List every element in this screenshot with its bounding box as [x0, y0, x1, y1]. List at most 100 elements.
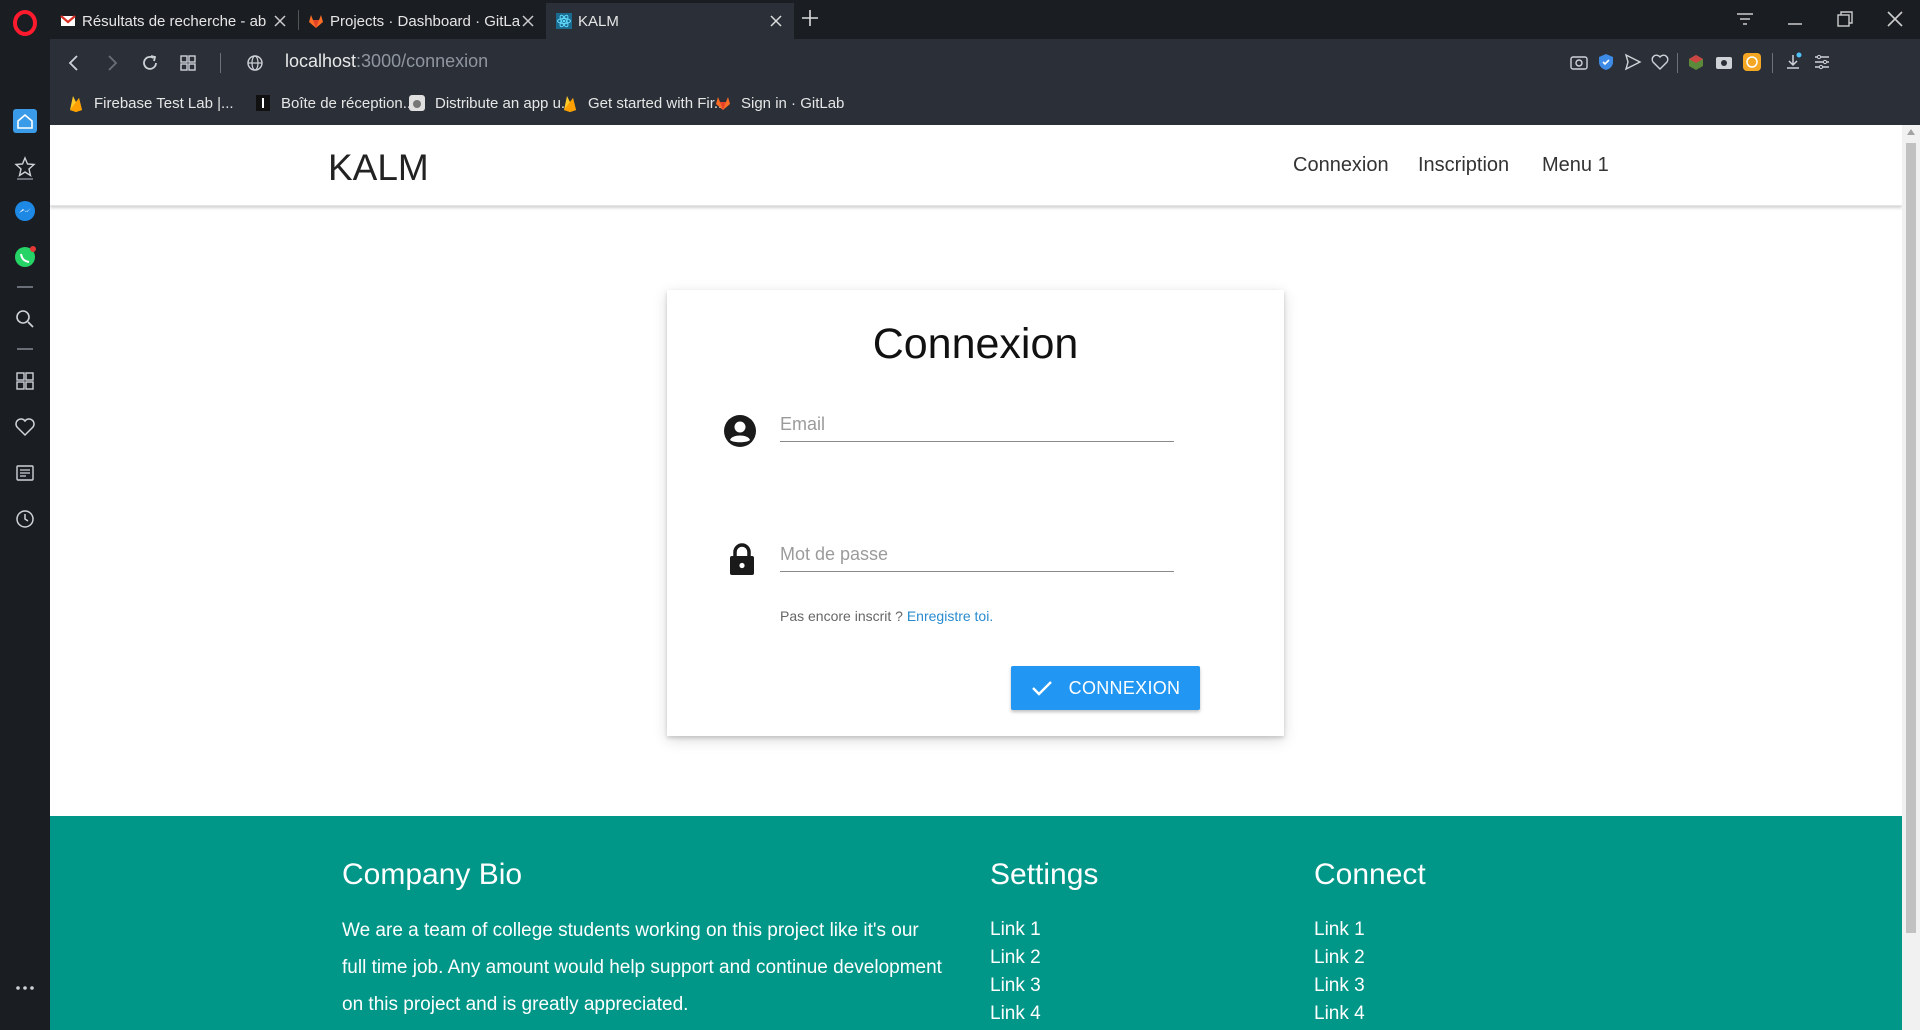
page-scrollbar[interactable]	[1902, 125, 1920, 1030]
login-title: Connexion	[872, 320, 1079, 368]
bookmark-distribute-app[interactable]: Distribute an app u...	[409, 94, 573, 112]
download-icon[interactable]	[1783, 52, 1803, 72]
footer-connect-link[interactable]: Link 3	[1314, 972, 1365, 1000]
bookmark-label: Sign in · GitLab	[741, 94, 845, 112]
whatsapp-extension-icon[interactable]	[1742, 52, 1762, 72]
tab-gitlab[interactable]: Projects · Dashboard · GitLa	[298, 3, 546, 39]
history-clock-icon[interactable]	[13, 507, 37, 531]
nav-link-menu-1[interactable]: Menu 1	[1542, 154, 1609, 177]
news-icon[interactable]	[13, 461, 37, 485]
password-input[interactable]	[780, 528, 1174, 571]
close-tab-icon[interactable]	[520, 13, 536, 29]
url-path: :3000/connexion	[356, 51, 489, 71]
gmail-icon	[60, 15, 76, 26]
home-icon[interactable]	[13, 109, 37, 133]
reload-icon[interactable]	[140, 53, 160, 73]
react-icon	[556, 13, 572, 29]
bookmark-firebase-get-started[interactable]: Get started with Fir...	[562, 94, 726, 112]
opera-logo-icon[interactable]	[12, 10, 38, 36]
easy-setup-icon[interactable]	[1812, 52, 1832, 72]
gitlab-icon	[716, 97, 730, 110]
footer-bio-title: Company Bio	[342, 858, 523, 891]
snapshot-icon[interactable]	[1569, 52, 1589, 72]
globe-icon[interactable]	[245, 53, 265, 73]
footer-connect-link[interactable]: Link 2	[1314, 944, 1365, 972]
speed-dial-icon[interactable]	[13, 369, 37, 393]
nav-link-connexion[interactable]: Connexion	[1293, 154, 1389, 177]
bookmark-firebase-test-lab[interactable]: Firebase Test Lab |...	[68, 94, 234, 112]
footer-connect-link[interactable]: Link 4	[1314, 1000, 1365, 1028]
password-field[interactable]	[780, 528, 1174, 572]
browser-sidebar	[0, 39, 50, 1030]
checkmark-icon	[1031, 681, 1052, 696]
back-icon[interactable]	[64, 53, 84, 73]
tab-kalm[interactable]: KALM	[546, 3, 794, 39]
sidebar-separator	[17, 178, 33, 180]
register-prompt-text: Pas encore inscrit ?	[780, 608, 907, 624]
email-input[interactable]	[780, 398, 1174, 441]
scrollbar-thumb[interactable]	[1906, 143, 1916, 933]
address-bar: localhost:3000/connexion	[50, 39, 1920, 86]
minimize-icon[interactable]	[1784, 8, 1806, 30]
footer-settings-link[interactable]: Link 2	[990, 944, 1041, 972]
footer-bio-text: We are a team of college students workin…	[342, 920, 942, 1015]
bookmark-gitlab-sign-in[interactable]: Sign in · GitLab	[715, 94, 844, 112]
tab-title: Projects · Dashboard · GitLa	[330, 12, 520, 30]
messenger-icon[interactable]	[13, 199, 37, 223]
speed-dial-icon[interactable]	[178, 53, 198, 73]
address-separator	[220, 53, 221, 73]
url-field[interactable]: localhost:3000/connexion	[285, 51, 488, 72]
camera-icon[interactable]	[1714, 52, 1734, 72]
site-navbar: KALM Connexion Inscription Menu 1	[50, 125, 1902, 206]
inbox-icon	[256, 95, 270, 111]
tab-menu-icon[interactable]	[1734, 8, 1756, 30]
web-page: KALM Connexion Inscription Menu 1 Connex…	[50, 125, 1902, 1030]
close-tab-icon[interactable]	[272, 13, 288, 29]
bookmarks-bar: Firebase Test Lab |... Boîte de réceptio…	[50, 86, 1920, 125]
tab-title: Résultats de recherche - ab	[82, 12, 267, 30]
tab-gmail[interactable]: Résultats de recherche - ab	[50, 3, 298, 39]
connexion-button[interactable]: CONNEXION	[1011, 666, 1200, 710]
browser-tab-bar: Résultats de recherche - ab Projects · D…	[0, 0, 1920, 39]
footer-connect-link[interactable]: Link 1	[1314, 916, 1365, 944]
search-icon[interactable]	[13, 307, 37, 331]
footer-connect-links: Link 1 Link 2 Link 3 Link 4	[1314, 916, 1365, 1028]
close-window-icon[interactable]	[1884, 8, 1906, 30]
whatsapp-icon[interactable]	[13, 245, 37, 269]
vpn-shield-icon[interactable]	[1596, 52, 1616, 72]
site-brand[interactable]: KALM	[328, 147, 429, 189]
close-tab-icon[interactable]	[768, 13, 784, 29]
footer-connect-title: Connect	[1314, 858, 1426, 891]
send-icon[interactable]	[1623, 52, 1643, 72]
footer-settings-link[interactable]: Link 1	[990, 916, 1041, 944]
site-footer: Company Bio We are a team of college stu…	[50, 816, 1902, 1030]
footer-settings-link[interactable]: Link 3	[990, 972, 1041, 1000]
sidebar-separator	[17, 348, 33, 350]
lock-icon	[730, 543, 754, 575]
new-tab-icon[interactable]	[800, 8, 820, 28]
footer-settings-title: Settings	[990, 858, 1099, 891]
more-options-icon[interactable]	[13, 976, 37, 1000]
apple-icon	[409, 95, 425, 111]
footer-settings-links: Link 1 Link 2 Link 3 Link 4	[990, 916, 1041, 1028]
heart-icon[interactable]	[1650, 52, 1670, 72]
gitlab-icon	[309, 15, 323, 28]
address-separator	[1772, 53, 1773, 73]
extension-cube-icon[interactable]	[1686, 52, 1706, 72]
tab-title: KALM	[578, 12, 619, 30]
heart-icon[interactable]	[13, 415, 37, 439]
email-field[interactable]	[780, 398, 1174, 442]
bookmark-label: Distribute an app u...	[435, 94, 574, 112]
restore-icon[interactable]	[1834, 8, 1856, 30]
scroll-up-arrow-icon[interactable]	[1907, 129, 1915, 135]
nav-link-inscription[interactable]: Inscription	[1418, 154, 1509, 177]
url-host: localhost	[285, 51, 357, 71]
bookmarks-star-icon[interactable]	[13, 155, 37, 179]
forward-icon[interactable]	[102, 53, 122, 73]
bookmark-label: Firebase Test Lab |...	[94, 94, 234, 112]
bookmark-inbox[interactable]: Boîte de réception...	[255, 94, 415, 112]
register-link[interactable]: Enregistre toi.	[907, 608, 993, 624]
address-separator	[1677, 53, 1678, 73]
footer-settings-link[interactable]: Link 4	[990, 1000, 1041, 1028]
firebase-icon	[70, 96, 82, 112]
